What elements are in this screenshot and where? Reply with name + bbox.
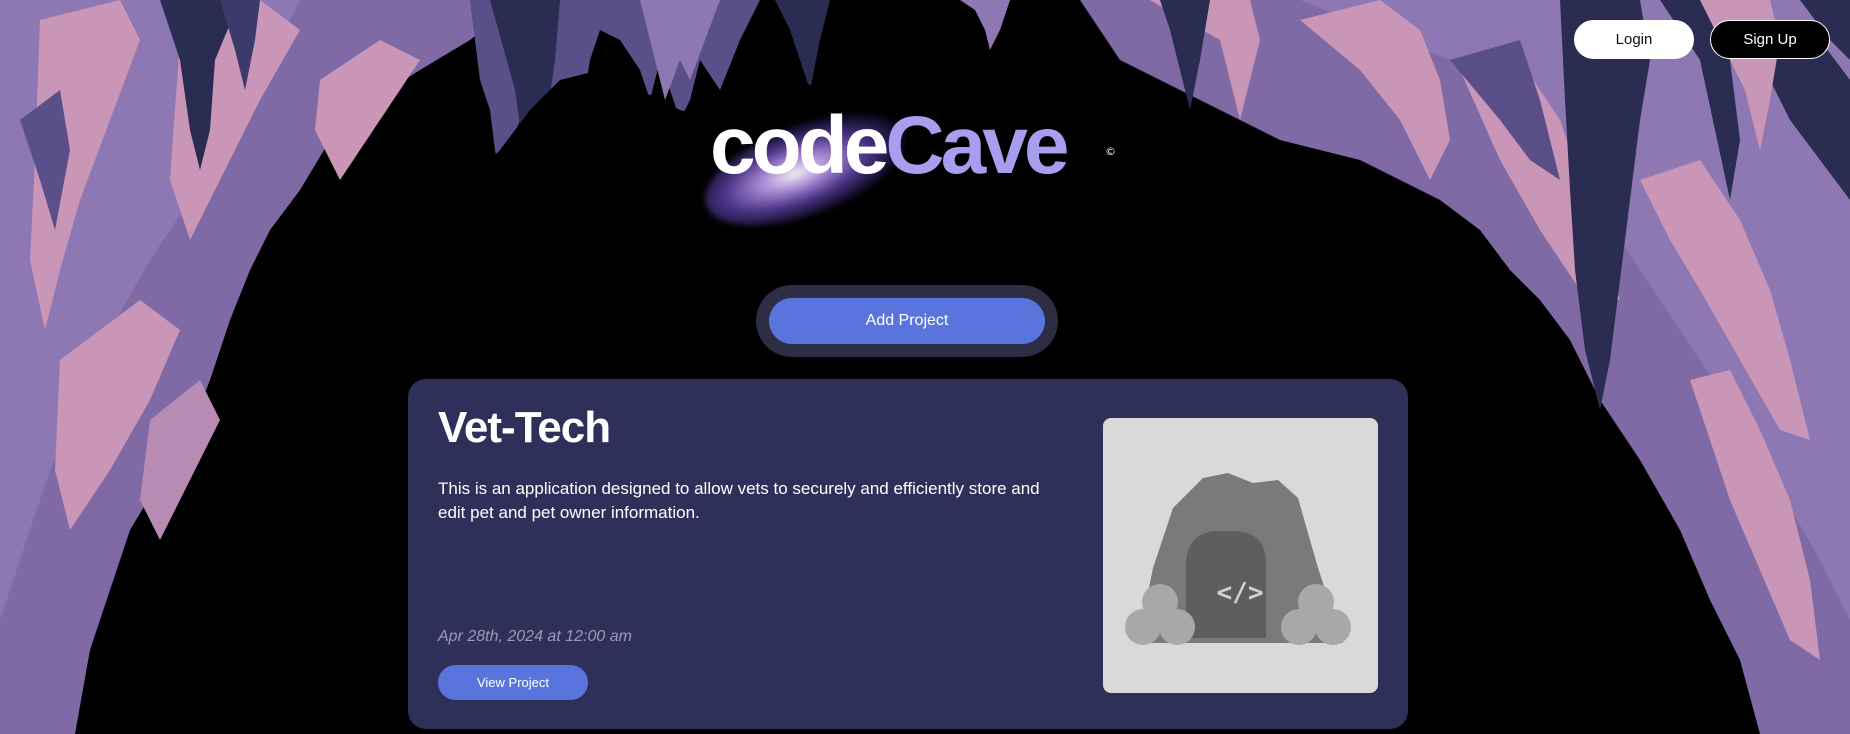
codecave-logo: codeCave © bbox=[680, 91, 1120, 249]
project-description: This is an application designed to allow… bbox=[438, 479, 1040, 522]
project-title: Vet-Tech bbox=[438, 403, 611, 452]
logo-cave-text: Cave bbox=[885, 100, 1069, 191]
view-project-button[interactable]: View Project bbox=[438, 665, 588, 700]
cave-code-icon: </> bbox=[1125, 473, 1351, 645]
signup-button[interactable]: Sign Up bbox=[1710, 20, 1830, 59]
add-project-container: Add Project bbox=[756, 285, 1058, 357]
logo-code-text: code bbox=[710, 100, 889, 191]
svg-text:</>: </> bbox=[1217, 578, 1264, 608]
logo-text: codeCave bbox=[710, 105, 1069, 187]
project-date: Apr 28th, 2024 at 12:00 am bbox=[438, 628, 632, 645]
project-card: Vet-Tech This is an application designed… bbox=[408, 379, 1408, 729]
page: Login Sign Up codeCave © Add Project Vet… bbox=[0, 0, 1850, 734]
project-thumbnail: </> bbox=[1103, 418, 1378, 693]
login-button[interactable]: Login bbox=[1574, 20, 1694, 59]
auth-buttons: Login Sign Up bbox=[1574, 20, 1830, 59]
add-project-button[interactable]: Add Project bbox=[769, 298, 1045, 344]
trademark-mark: © bbox=[1105, 145, 1116, 158]
